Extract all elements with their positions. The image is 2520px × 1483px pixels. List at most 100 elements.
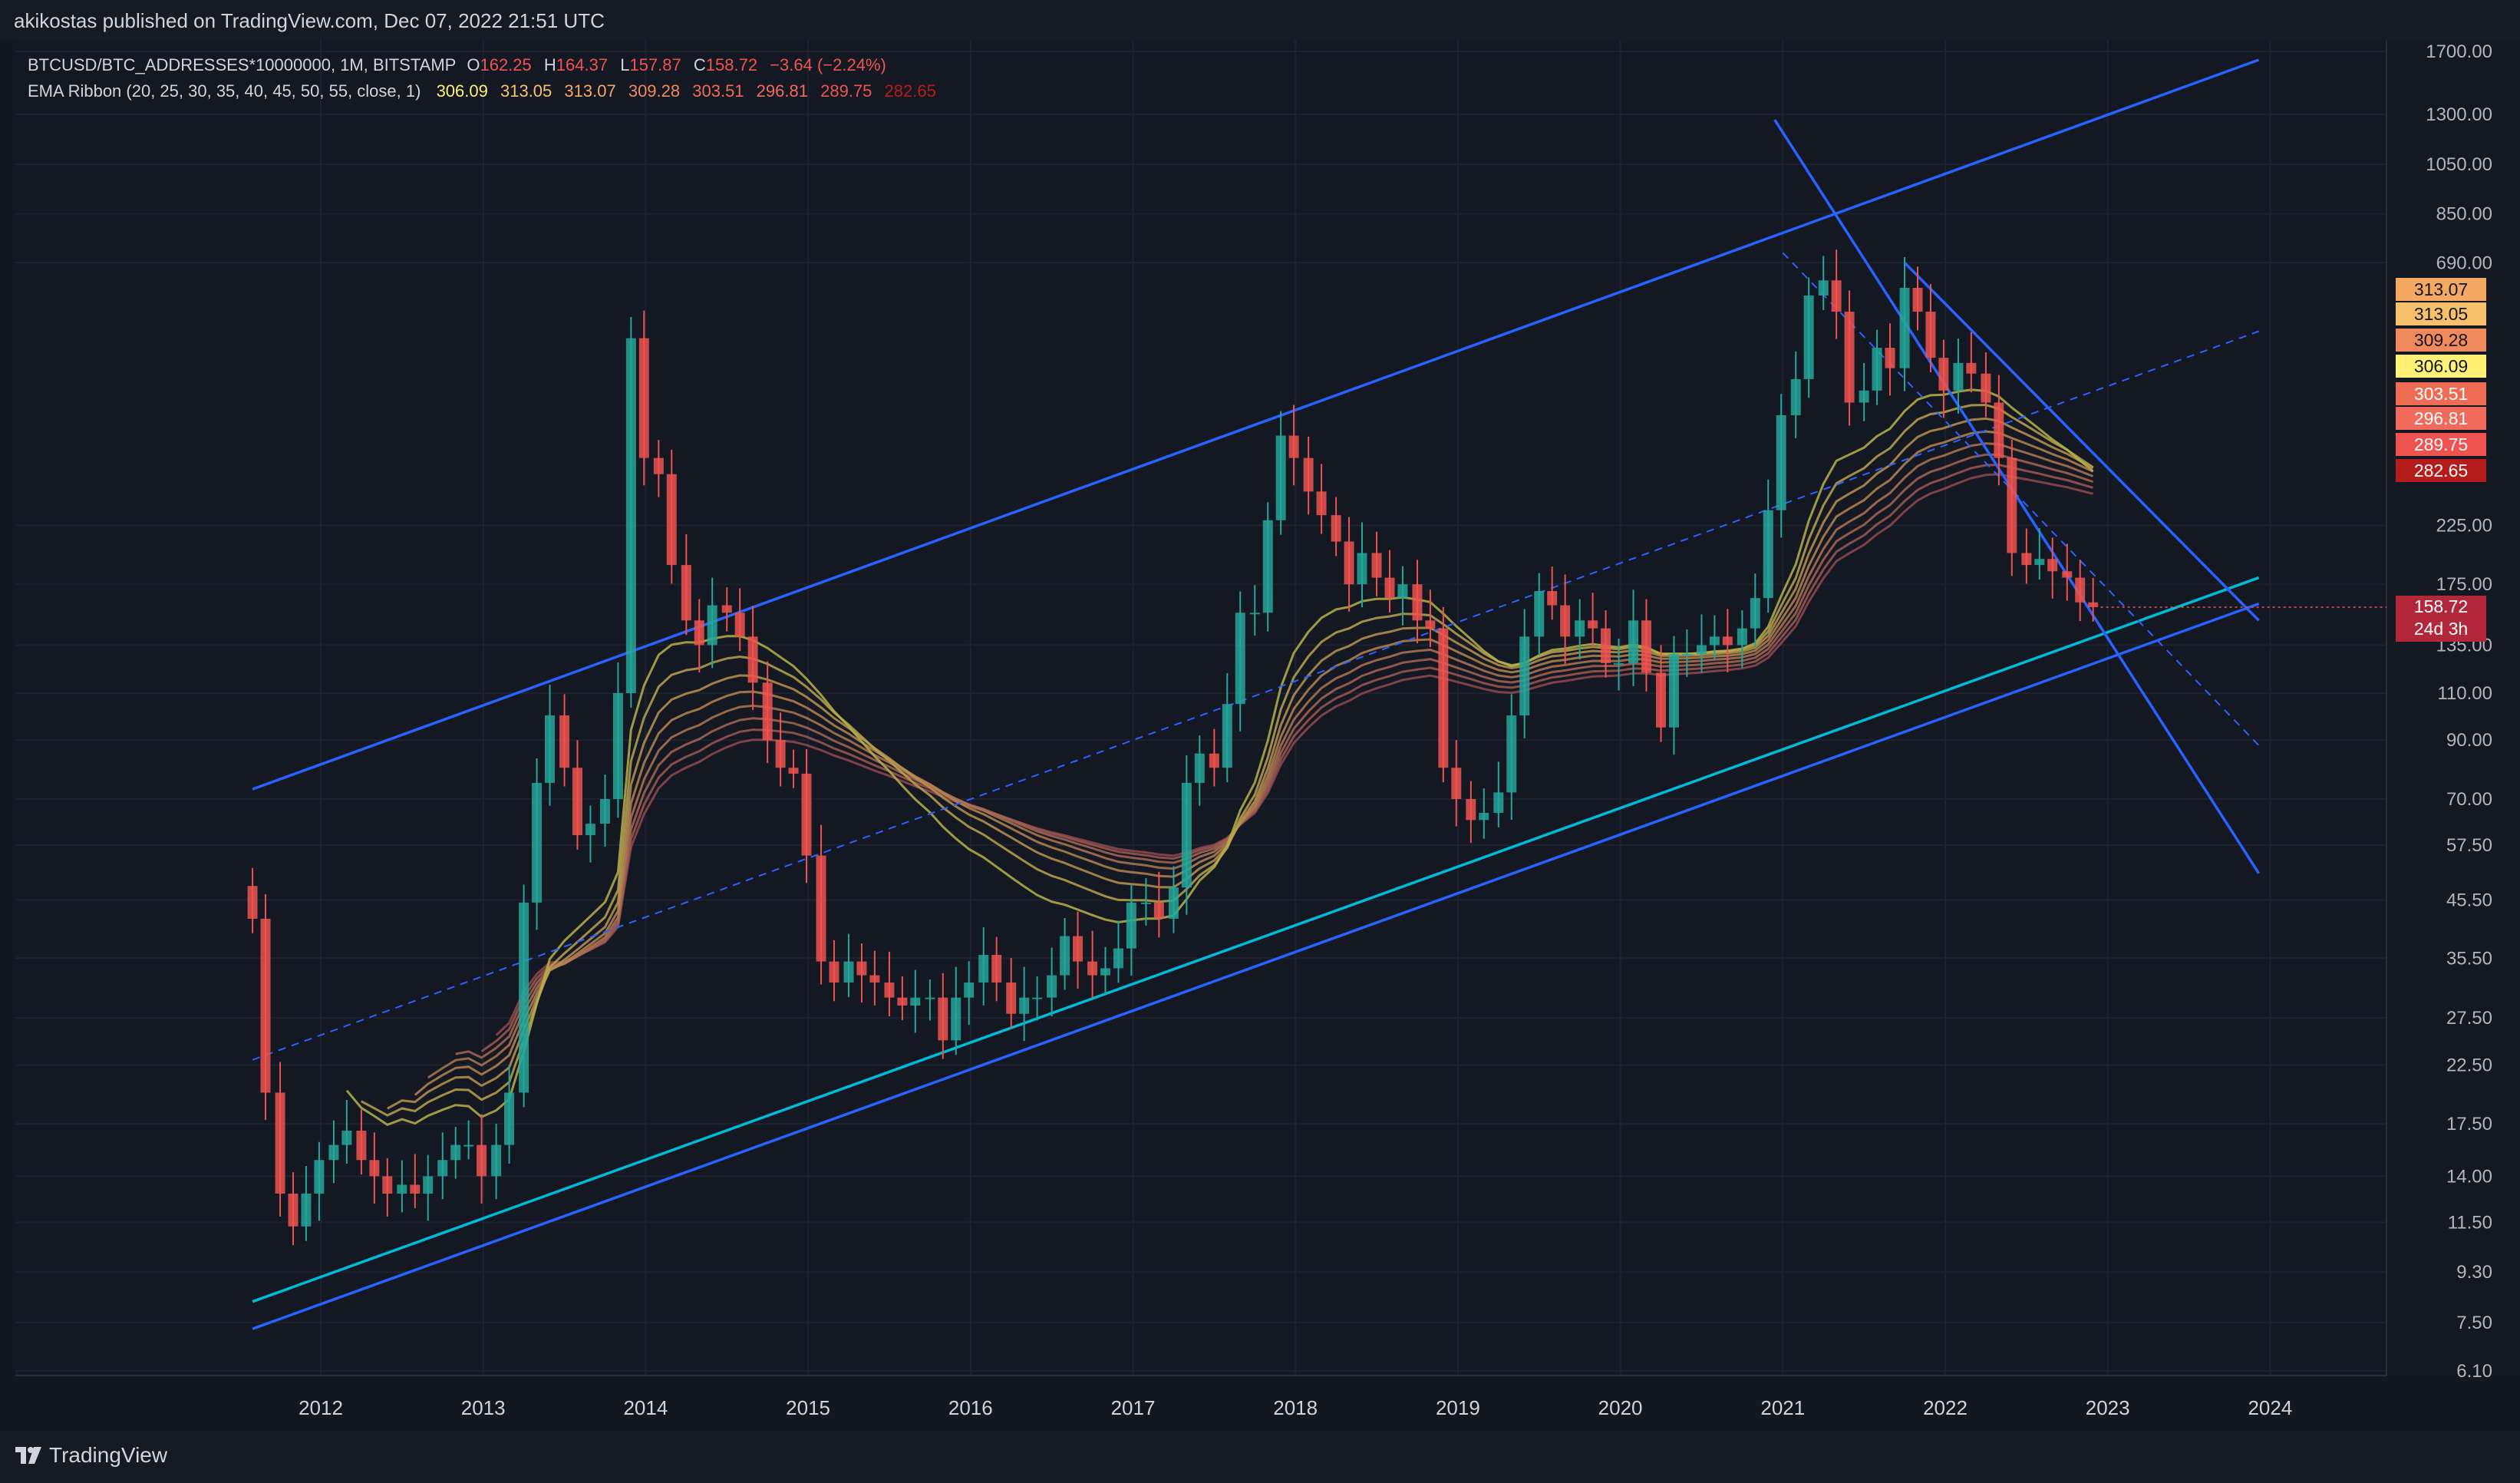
candle: [1575, 599, 1585, 660]
candle-body: [1859, 390, 1869, 403]
open-value: 162.25: [480, 55, 532, 74]
candle: [1981, 352, 1991, 418]
candle-body: [369, 1160, 380, 1177]
candle: [275, 1062, 285, 1217]
candle-body: [301, 1193, 312, 1227]
candle: [951, 966, 961, 1055]
candle: [450, 1127, 461, 1179]
candle-body: [2021, 553, 2032, 566]
candle-body: [1656, 672, 1667, 728]
candle-body: [681, 565, 691, 621]
candle: [1371, 531, 1382, 596]
candle-body: [1899, 287, 1910, 368]
candle: [1019, 966, 1030, 1042]
x-tick-label: 2023: [2086, 1396, 2130, 1419]
candle: [1438, 606, 1449, 783]
candle-body: [397, 1184, 407, 1194]
candle-body: [341, 1131, 352, 1145]
candle-body: [1288, 435, 1299, 458]
candle-body: [1222, 704, 1232, 768]
candle: [397, 1160, 407, 1213]
candle-body: [2075, 577, 2086, 603]
y-tick-label: 7.50: [2456, 1313, 2492, 1333]
candle: [1194, 735, 1205, 806]
candle-body: [1466, 798, 1476, 821]
candle: [1126, 884, 1136, 976]
y-tick-label: 57.50: [2446, 835, 2492, 856]
candle: [1087, 930, 1098, 999]
y-tick-label: 690.00: [2436, 253, 2492, 273]
candle-body: [247, 886, 258, 919]
down-channel-upper-line: [1903, 262, 2260, 622]
brand-label: TradingView: [49, 1443, 168, 1467]
candle: [1209, 728, 1219, 787]
candle: [1641, 599, 1651, 692]
candle-body: [938, 997, 948, 1041]
candle-body: [1344, 541, 1354, 585]
candle-body: [2047, 559, 2058, 572]
candle-body: [1925, 312, 1936, 358]
candle: [910, 969, 921, 1033]
candle-body: [1912, 287, 1923, 312]
tradingview-logo[interactable]: TradingView: [15, 1443, 167, 1468]
candle-body: [1100, 968, 1111, 976]
candle: [559, 694, 570, 787]
candle: [1466, 781, 1476, 844]
ema-tag-5: 303.51: [2396, 382, 2486, 405]
ema-tag-6: 296.81: [2396, 407, 2486, 430]
candle-body: [1275, 435, 1286, 520]
candle: [1222, 673, 1232, 783]
candle-body: [491, 1144, 502, 1177]
candle-body: [734, 613, 745, 637]
candle: [1859, 362, 1869, 421]
ema-tag-7: 289.75: [2396, 433, 2486, 456]
candle-body: [1831, 280, 1842, 312]
candle: [1588, 593, 1598, 647]
candle-body: [1763, 510, 1773, 599]
y-tick-label: 22.50: [2446, 1055, 2492, 1075]
candle: [938, 973, 948, 1059]
y-tick-label: 17.50: [2446, 1114, 2492, 1135]
chart-svg: 1700.00 1300.00 1050.00 850.00 690.00 225.00 1…: [15, 40, 2492, 1419]
candle-body: [721, 605, 732, 613]
candle-body: [1384, 577, 1395, 599]
candle-body: [1737, 628, 1747, 646]
candle-body: [1262, 520, 1273, 613]
candle-body: [666, 474, 677, 566]
candle: [288, 1172, 299, 1246]
candle-body: [788, 768, 799, 774]
candle: [599, 775, 610, 847]
candle-body: [1479, 812, 1489, 821]
candle: [1912, 266, 1923, 331]
candle: [437, 1132, 448, 1200]
candle-body: [1209, 753, 1219, 768]
y-tick-label: 850.00: [2436, 204, 2492, 225]
candle: [1060, 918, 1070, 990]
candle-body: [1181, 782, 1192, 888]
candle: [638, 310, 649, 486]
candle-body: [1628, 620, 1639, 663]
candle: [504, 1065, 515, 1164]
candle: [762, 661, 773, 764]
candle: [463, 1120, 474, 1160]
open-label: O: [467, 55, 480, 74]
y-tick-label: 90.00: [2446, 730, 2492, 751]
candle-body: [1506, 715, 1517, 793]
candle: [816, 824, 826, 985]
candle-body: [328, 1144, 339, 1161]
candle: [1235, 591, 1245, 732]
candle: [925, 979, 935, 1021]
candle-body: [2034, 559, 2045, 566]
candle-body: [1790, 378, 1801, 415]
candle: [532, 758, 543, 930]
candle-body: [925, 997, 935, 999]
candle: [1479, 788, 1489, 839]
candle-body: [450, 1144, 461, 1161]
candle-body: [1613, 662, 1624, 665]
candle: [829, 940, 839, 1002]
candle-body: [1818, 280, 1829, 296]
candle-body: [463, 1144, 474, 1147]
candle: [2021, 528, 2032, 584]
candle-body: [1560, 605, 1571, 637]
y-tick-label: 14.00: [2446, 1166, 2492, 1187]
